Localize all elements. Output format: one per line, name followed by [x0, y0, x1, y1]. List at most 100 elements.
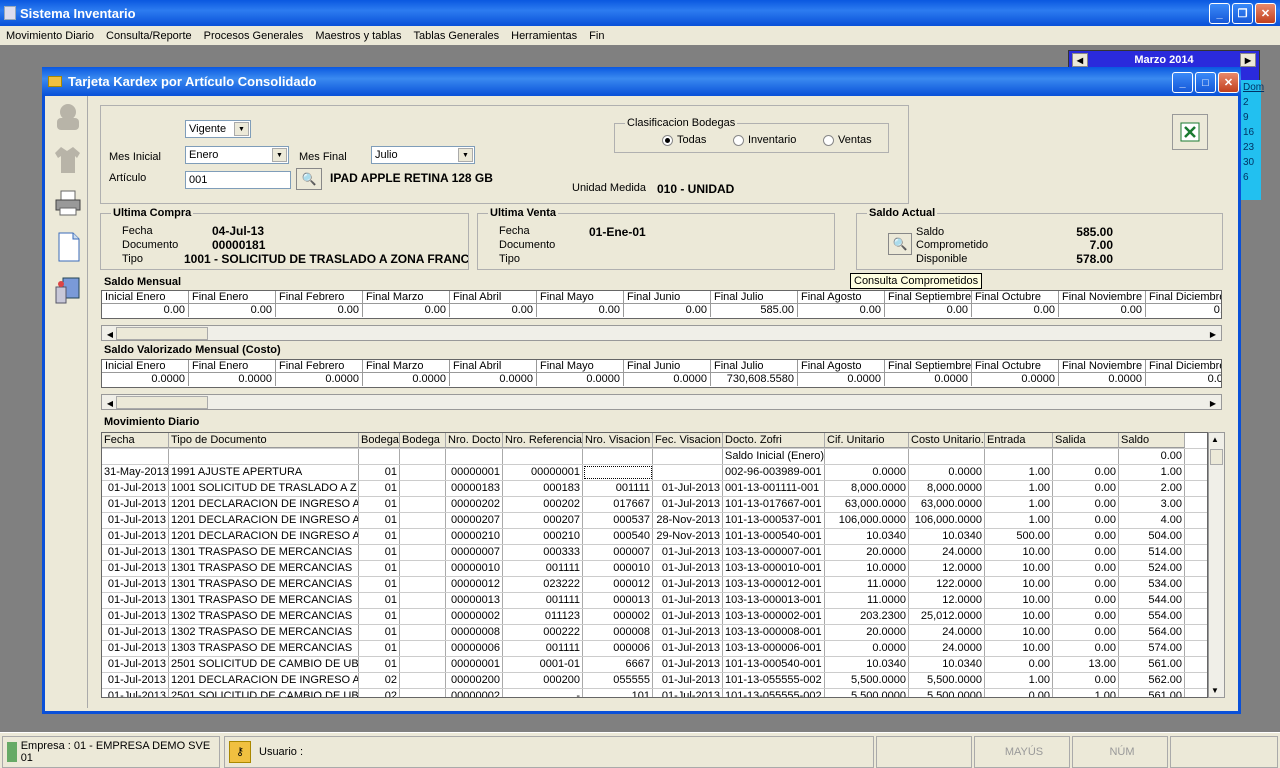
- table-cell: 101: [583, 689, 653, 697]
- export-excel-button[interactable]: [1172, 114, 1208, 150]
- table-row[interactable]: 01-Jul-2013 2501 SOLICITUD DE CAMBIO DE U…: [102, 689, 1207, 697]
- column-header: Final Marzo: [363, 360, 450, 373]
- table-row[interactable]: 01-Jul-2013 1301 TRASPASO DE MERCANCIAS 01…: [102, 545, 1207, 561]
- calendar-day[interactable]: 9: [1243, 110, 1261, 125]
- table-cell: 10.00: [985, 625, 1053, 640]
- mes-final-select[interactable]: Julio ▼: [371, 146, 475, 164]
- scroll-up-icon[interactable]: ▲: [1211, 435, 1219, 444]
- table-cell: 103-13-000010-001: [723, 561, 825, 576]
- new-document-icon[interactable]: [52, 230, 84, 264]
- movimiento-vscrollbar[interactable]: ▲ ▼: [1208, 432, 1225, 698]
- exit-icon[interactable]: [52, 274, 84, 308]
- table-cell: 10.0340: [825, 529, 909, 544]
- grid-cell: 0.00: [1059, 304, 1146, 317]
- table-cell: 000202: [503, 497, 583, 512]
- table-cell: 000007: [583, 545, 653, 560]
- table-cell: 0.0000: [825, 641, 909, 656]
- menu-procesos-generales[interactable]: Procesos Generales: [204, 30, 304, 42]
- radio-todas[interactable]: Todas: [662, 134, 706, 146]
- table-cell: 63,000.0000: [909, 497, 985, 512]
- calendar-day[interactable]: 6: [1243, 170, 1261, 185]
- table-row[interactable]: 01-Jul-2013 2501 SOLICITUD DE CAMBIO DE U…: [102, 657, 1207, 673]
- table-cell: [400, 593, 446, 608]
- scroll-left-icon[interactable]: ◀: [104, 328, 116, 340]
- table-row[interactable]: 01-Jul-2013 1201 DECLARACION DE INGRESO A…: [102, 513, 1207, 529]
- saldo-valorizado-scrollbar[interactable]: ◀ ▶: [101, 394, 1222, 410]
- kardex-close-button[interactable]: ✕: [1218, 72, 1239, 93]
- table-row[interactable]: 01-Jul-2013 1302 TRASPASO DE MERCANCIAS 01…: [102, 625, 1207, 641]
- table-row[interactable]: Saldo Inicial (Enero) 0.00: [102, 449, 1207, 465]
- column-header: Final Enero: [189, 291, 276, 304]
- table-row[interactable]: 01-Jul-2013 1201 DECLARACION DE INGRESO A…: [102, 673, 1207, 689]
- table-cell: 10.00: [985, 577, 1053, 592]
- minimize-button[interactable]: _: [1209, 3, 1230, 24]
- mes-inicial-select[interactable]: Enero ▼: [185, 146, 289, 164]
- column-header: Final Agosto: [798, 291, 885, 304]
- table-cell: [400, 625, 446, 640]
- mes-inicial-label: Mes Inicial: [109, 151, 161, 163]
- close-button[interactable]: ✕: [1255, 3, 1276, 24]
- table-cell: 500.00: [985, 529, 1053, 544]
- table-row[interactable]: 31-May-2013 1991 AJUSTE APERTURA 01 0000000…: [102, 465, 1207, 481]
- scroll-down-icon[interactable]: ▼: [1211, 686, 1219, 695]
- comprometido-label: Comprometido: [916, 239, 989, 251]
- saldo-mensual-scrollbar[interactable]: ◀ ▶: [101, 325, 1222, 341]
- user-icon[interactable]: [52, 100, 84, 134]
- consulta-comprometidos-button[interactable]: 🔍: [888, 233, 912, 255]
- table-cell: 10.0340: [825, 657, 909, 672]
- status-select[interactable]: Vigente ▼: [185, 120, 251, 138]
- table-cell: 01-Jul-2013: [102, 609, 169, 624]
- table-row[interactable]: 01-Jul-2013 1001 SOLICITUD DE TRASLADO A …: [102, 481, 1207, 497]
- restore-button[interactable]: ❐: [1232, 3, 1253, 24]
- table-row[interactable]: 01-Jul-2013 1303 TRASPASO DE MERCANCIAS 01…: [102, 641, 1207, 657]
- table-cell: 10.0340: [909, 529, 985, 544]
- menu-consulta-reporte[interactable]: Consulta/Reporte: [106, 30, 192, 42]
- articulo-input[interactable]: 001: [185, 171, 291, 189]
- venta-fecha-value: 01-Ene-01: [589, 225, 646, 239]
- radio-ventas[interactable]: Ventas: [823, 134, 872, 146]
- search-articulo-button[interactable]: 🔍: [296, 168, 322, 190]
- ultima-compra-title: Ultima Compra: [111, 207, 194, 219]
- menu-herramientas[interactable]: Herramientas: [511, 30, 577, 42]
- kardex-minimize-button[interactable]: _: [1172, 72, 1193, 93]
- ultima-venta-title: Ultima Venta: [488, 207, 559, 219]
- table-cell: 0.00: [1053, 529, 1119, 544]
- table-cell: 01: [359, 513, 400, 528]
- table-row[interactable]: 01-Jul-2013 1302 TRASPASO DE MERCANCIAS 01…: [102, 609, 1207, 625]
- status-empty: [1170, 736, 1278, 768]
- table-cell: 00000012: [446, 577, 503, 592]
- table-row[interactable]: 01-Jul-2013 1201 DECLARACION DE INGRESO A…: [102, 529, 1207, 545]
- table-row[interactable]: 01-Jul-2013 1201 DECLARACION DE INGRESO A…: [102, 497, 1207, 513]
- scroll-thumb[interactable]: [116, 327, 208, 340]
- scroll-thumb[interactable]: [116, 396, 208, 409]
- table-cell: 10.0340: [909, 657, 985, 672]
- calendar-day[interactable]: 23: [1243, 140, 1261, 155]
- calendar-day[interactable]: 30: [1243, 155, 1261, 170]
- menu-tablas-generales[interactable]: Tablas Generales: [414, 30, 500, 42]
- shirt-icon[interactable]: [52, 142, 84, 176]
- table-cell: 01-Jul-2013: [653, 689, 723, 697]
- calendar-day[interactable]: 2: [1243, 95, 1261, 110]
- calendar-prev-icon[interactable]: ◀: [1072, 53, 1088, 67]
- calendar-day[interactable]: 16: [1243, 125, 1261, 140]
- table-cell: 000183: [503, 481, 583, 496]
- calendar-next-icon[interactable]: ▶: [1240, 53, 1256, 67]
- menu-maestros-tablas[interactable]: Maestros y tablas: [315, 30, 401, 42]
- table-row[interactable]: 01-Jul-2013 1301 TRASPASO DE MERCANCIAS 01…: [102, 561, 1207, 577]
- menu-fin[interactable]: Fin: [589, 30, 604, 42]
- table-cell: 103-13-000007-001: [723, 545, 825, 560]
- scroll-left-icon[interactable]: ◀: [104, 397, 116, 409]
- scroll-right-icon[interactable]: ▶: [1207, 397, 1219, 409]
- calendar-day[interactable]: Dom: [1243, 80, 1264, 95]
- grid-cell: 0.00: [885, 304, 972, 317]
- radio-inventario[interactable]: Inventario: [733, 134, 796, 146]
- scroll-right-icon[interactable]: ▶: [1207, 328, 1219, 340]
- scroll-thumb[interactable]: [1210, 449, 1223, 465]
- table-row[interactable]: 01-Jul-2013 1301 TRASPASO DE MERCANCIAS 01…: [102, 577, 1207, 593]
- mes-final-label: Mes Final: [299, 151, 347, 163]
- table-cell: 02: [359, 673, 400, 688]
- menu-movimiento-diario[interactable]: Movimiento Diario: [6, 30, 94, 42]
- printer-icon[interactable]: [52, 186, 84, 220]
- table-row[interactable]: 01-Jul-2013 1301 TRASPASO DE MERCANCIAS 01…: [102, 593, 1207, 609]
- kardex-maximize-button[interactable]: □: [1195, 72, 1216, 93]
